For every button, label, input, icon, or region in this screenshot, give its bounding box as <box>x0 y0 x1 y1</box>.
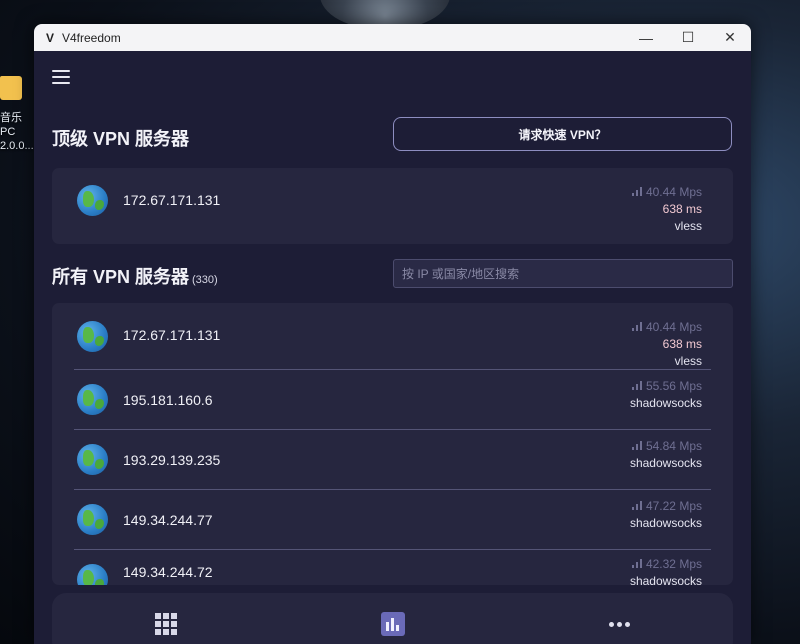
server-meta: 42.32 Mps shadowsocks <box>630 556 702 585</box>
signal-bars-icon <box>631 441 642 450</box>
server-latency: 638 ms <box>662 337 702 351</box>
signal-bars-icon <box>631 501 642 510</box>
quick-vpn-button[interactable]: 请求快速 VPN？ <box>393 117 732 151</box>
main-content: 顶级 VPN 服务器 请求快速 VPN？ 172.67.171.131 40.4… <box>34 51 751 644</box>
nav-servers[interactable] <box>52 593 279 644</box>
globe-icon <box>77 384 108 415</box>
search-input[interactable] <box>393 259 733 288</box>
bottom-navigation <box>52 593 733 644</box>
server-protocol: shadowsocks <box>629 516 702 530</box>
signal-bars-icon <box>631 381 642 390</box>
nav-stats[interactable] <box>279 593 506 644</box>
signal-bars-icon <box>631 559 642 568</box>
all-servers-list: 172.67.171.131 40.44 Mps 638 ms vless 19… <box>52 303 733 585</box>
server-speed: 42.32 Mps <box>630 556 702 573</box>
globe-icon <box>77 320 108 352</box>
top-servers-title: 顶级 VPN 服务器 <box>52 129 190 149</box>
server-speed: 55.56 Mps <box>630 378 702 395</box>
server-row[interactable]: 172.67.171.131 40.44 Mps 638 ms vless <box>52 303 733 369</box>
server-meta: 54.84 Mps shadowsocks <box>630 438 702 472</box>
server-row[interactable]: 149.34.244.77 47.22 Mps shadowsocks <box>52 490 733 549</box>
globe-icon <box>77 504 108 535</box>
server-row[interactable]: 195.181.160.6 55.56 Mps shadowsocks <box>52 370 733 429</box>
window-title: V4freedom <box>62 30 121 45</box>
server-latency: 638 ms <box>662 202 702 216</box>
server-ip: 149.34.244.77 <box>123 511 213 528</box>
more-dots-icon <box>609 621 630 627</box>
desktop-folder-icon[interactable] <box>0 76 22 100</box>
signal-bars-icon <box>631 322 642 331</box>
top-server-card: 172.67.171.131 40.44 Mps 638 ms vless <box>52 168 733 244</box>
app-window: V V4freedom — ☐ ✕ 顶级 VPN 服务器 请求快速 VPN？ 1… <box>34 24 751 644</box>
globe-icon <box>77 564 108 585</box>
grid-icon <box>154 613 177 635</box>
server-count: (330) <box>192 274 218 286</box>
server-row[interactable]: 193.29.139.235 54.84 Mps shadowsocks <box>52 430 733 489</box>
nav-more[interactable] <box>506 593 733 644</box>
server-speed: 40.44 Mps <box>631 184 702 201</box>
server-ip: 149.34.244.72 <box>123 564 213 580</box>
server-speed: 47.22 Mps <box>630 498 702 515</box>
server-ip: 172.67.171.131 <box>123 327 221 343</box>
close-button[interactable]: ✕ <box>709 24 751 51</box>
server-protocol: shadowsocks <box>629 574 702 585</box>
title-bar[interactable]: V V4freedom — ☐ ✕ <box>34 24 751 51</box>
globe-icon <box>77 184 108 216</box>
server-ip: 193.29.139.235 <box>123 451 221 468</box>
maximize-button[interactable]: ☐ <box>667 24 709 51</box>
desktop-folder-label: 音乐PC 2.0.0... <box>0 112 34 152</box>
app-logo-icon: V <box>45 30 54 45</box>
server-protocol: shadowsocks <box>629 396 702 410</box>
server-row[interactable]: 172.67.171.131 40.44 Mps 638 ms vless <box>52 168 733 232</box>
globe-icon <box>77 444 108 475</box>
server-protocol: shadowsocks <box>629 456 702 470</box>
signal-bars-icon <box>631 187 642 196</box>
server-speed: 54.84 Mps <box>630 438 702 455</box>
server-ip: 172.67.171.131 <box>123 192 221 208</box>
server-meta: 55.56 Mps shadowsocks <box>630 378 702 412</box>
server-protocol: vless <box>674 354 702 368</box>
server-meta: 40.44 Mps 638 ms vless <box>631 319 702 369</box>
server-protocol: vless <box>674 219 702 232</box>
server-speed: 40.44 Mps <box>631 319 702 336</box>
all-servers-title: 所有 VPN 服务器 (330) <box>52 267 218 287</box>
hamburger-icon[interactable] <box>52 70 70 84</box>
server-row[interactable]: 149.34.244.72 42.32 Mps shadowsocks <box>52 550 733 585</box>
minimize-button[interactable]: — <box>625 24 667 51</box>
server-meta: 40.44 Mps 638 ms vless <box>631 184 702 232</box>
bar-chart-icon <box>380 612 405 636</box>
server-meta: 47.22 Mps shadowsocks <box>630 498 702 532</box>
server-ip: 195.181.160.6 <box>123 391 213 408</box>
